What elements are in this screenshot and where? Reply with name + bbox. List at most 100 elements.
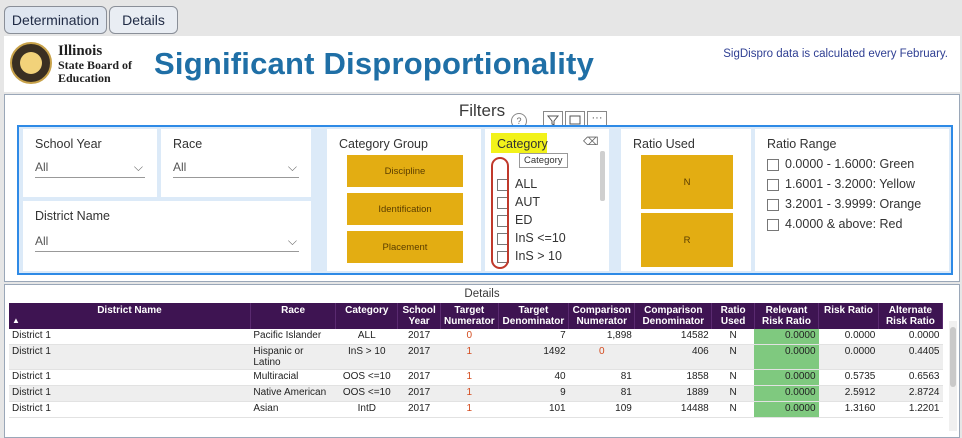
district-name-dropdown[interactable]: All ⌵ [35,231,299,252]
target-denominator-cell: 40 [498,369,569,386]
school-year-dropdown[interactable]: All ⌵ [35,157,145,178]
tab-determination[interactable]: Determination [4,6,107,34]
ratio-range-label: Ratio Range [767,137,837,151]
race-dropdown[interactable]: All ⌵ [173,157,299,178]
column-header-relevant-risk-ratio[interactable]: Relevant Risk Ratio [754,303,820,329]
school-year-cell: 2017 [397,385,441,402]
ratio-range-item-red[interactable]: 4.0000 & above: Red [767,217,902,231]
ratio-used-cell: N [711,401,755,418]
district-cell: District 1 [9,385,251,402]
ratio-used-cell: N [711,385,755,402]
column-header-district-name[interactable]: District Name ▲ [9,303,251,329]
comparison-numerator-cell: 1,898 [568,329,635,345]
column-header-school-year[interactable]: School Year [397,303,441,329]
chevron-down-icon: ⌵ [287,160,297,174]
category-slicer: Category Category ⌫ ALL AUT ED InS <=10 … [485,129,609,271]
category-scrollbar[interactable] [600,151,605,201]
risk-ratio-cell: 2.5912 [818,385,879,402]
risk-ratio-cell: 0.5735 [818,369,879,386]
category-group-label: Category Group [339,137,428,151]
relevant-risk-ratio-cell: 0.0000 [754,369,819,386]
comparison-denominator-cell: 14582 [634,329,712,345]
table-row[interactable]: District 1 Hispanic or Latino InS > 10 2… [9,344,943,370]
comparison-denominator-cell: 1858 [634,369,712,386]
tab-details[interactable]: Details [109,6,178,34]
category-cell: IntD [335,401,398,418]
isbe-seal-icon [10,42,52,84]
table-row[interactable]: District 1 Multiracial OOS <=10 2017 1 4… [9,369,943,386]
comparison-numerator-cell: 0 [568,344,635,370]
category-cell: ALL [335,329,398,345]
checkbox-icon [767,198,779,211]
column-header-comparison-numerator[interactable]: Comparison Numerator [568,303,636,329]
target-numerator-cell: 0 [440,329,499,345]
column-header-category[interactable]: Category [335,303,399,329]
school-year-cell: 2017 [397,344,441,370]
ratio-used-cell: N [711,329,755,345]
target-denominator-cell: 7 [498,329,569,345]
category-group-discipline-button[interactable]: Discipline [347,155,463,187]
relevant-risk-ratio-cell: 0.0000 [754,401,819,418]
details-section: Details District Name ▲ Race Category Sch… [4,284,960,438]
ratio-range-item-yellow[interactable]: 1.6001 - 3.2000: Yellow [767,177,915,191]
category-cell: OOS <=10 [335,369,398,386]
target-numerator-cell: 1 [440,369,499,386]
ratio-range-item-green[interactable]: 0.0000 - 1.6000: Green [767,157,914,171]
school-year-cell: 2017 [397,369,441,386]
isbe-logo-text: Illinois State Board of Education [58,43,132,85]
details-table: District Name ▲ Race Category School Year… [9,303,944,418]
calculation-note: SigDispro data is calculated every Febru… [723,48,948,60]
chevron-down-icon: ⌵ [133,160,143,174]
race-cell: Asian [250,401,336,418]
relevant-risk-ratio-cell: 0.0000 [754,385,819,402]
target-denominator-cell: 1492 [498,344,569,370]
alternate-risk-ratio-cell: 0.4405 [878,344,943,370]
eraser-icon[interactable]: ⌫ [583,135,599,148]
category-group-identification-button[interactable]: Identification [347,193,463,225]
alternate-risk-ratio-cell: 0.6563 [878,369,943,386]
checkbox-icon [767,218,779,231]
table-row[interactable]: District 1 Pacific Islander ALL 2017 0 7… [9,329,943,345]
details-title: Details [464,288,500,300]
risk-ratio-cell: 1.3160 [818,401,879,418]
column-header-target-numerator[interactable]: Target Numerator [440,303,499,329]
checkbox-icon [767,178,779,191]
table-row[interactable]: District 1 Asian IntD 2017 1 101 109 144… [9,401,943,418]
column-header-alternate-risk-ratio[interactable]: Alternate Risk Ratio [878,303,944,329]
ratio-used-cell: N [711,344,755,370]
table-row[interactable]: District 1 Native American OOS <=10 2017… [9,385,943,402]
ratio-used-slicer: Ratio Used N R [621,129,751,271]
district-cell: District 1 [9,329,251,345]
risk-ratio-cell: 0.0000 [818,329,879,345]
column-header-target-denominator[interactable]: Target Denominator [498,303,570,329]
race-cell: Multiracial [250,369,336,386]
race-slicer: Race All ⌵ [161,129,311,197]
comparison-denominator-cell: 1889 [634,385,712,402]
ratio-used-r-button[interactable]: R [641,213,733,267]
column-header-risk-ratio[interactable]: Risk Ratio [818,303,879,329]
filter-panel: School Year All ⌵ Race All ⌵ District Name… [17,125,953,275]
column-header-comparison-denominator[interactable]: Comparison Denominator [634,303,713,329]
target-denominator-cell: 101 [498,401,569,418]
target-numerator-cell: 1 [440,385,499,402]
ratio-used-n-button[interactable]: N [641,155,733,209]
race-label: Race [173,137,203,151]
district-name-slicer: District Name All ⌵ [23,201,311,271]
page-title: Significant Disproportionality [154,46,595,81]
annotation-circle [491,157,509,269]
comparison-numerator-cell: 81 [568,369,635,386]
category-cell: InS > 10 [335,344,398,370]
column-header-ratio-used[interactable]: Ratio Used [711,303,755,329]
target-denominator-cell: 9 [498,385,569,402]
school-year-cell: 2017 [397,329,441,345]
details-scrollbar[interactable] [949,321,957,431]
category-group-placement-button[interactable]: Placement [347,231,463,263]
school-year-slicer: School Year All ⌵ [23,129,157,197]
ratio-range-item-orange[interactable]: 3.2001 - 3.9999: Orange [767,197,921,211]
column-header-race[interactable]: Race [250,303,337,329]
comparison-numerator-cell: 81 [568,385,635,402]
filters-title: Filters [458,101,506,120]
target-numerator-cell: 1 [440,344,499,370]
tab-bar: Determination Details [0,0,962,36]
category-cell: OOS <=10 [335,385,398,402]
